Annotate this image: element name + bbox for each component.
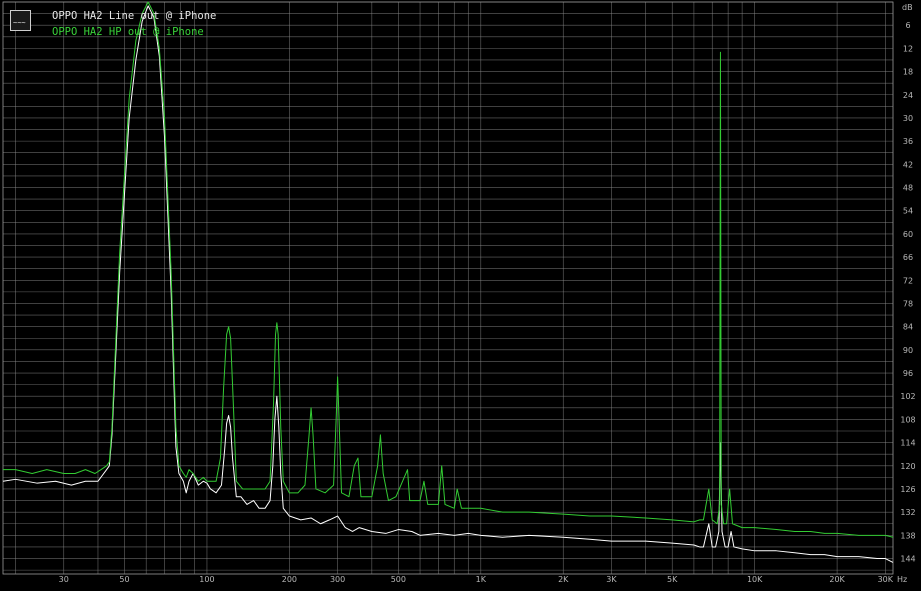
x-tick-label: 200 (282, 575, 297, 584)
x-tick-label: 300 (330, 575, 345, 584)
x-tick-label: 10K (747, 575, 763, 584)
x-tick-label: 50 (119, 575, 129, 584)
legend-label-hp-out: OPPO HA2 HP out @ iPhone (52, 26, 204, 38)
y-tick-label: 42 (903, 160, 913, 169)
waveform-icon: ~~~ (13, 19, 26, 27)
y-tick-label: 132 (900, 508, 915, 517)
y-tick-label: 60 (903, 230, 913, 239)
y-tick-label: 24 (903, 91, 913, 100)
y-tick-label: 96 (903, 369, 913, 378)
y-tick-label: 90 (903, 346, 913, 355)
y-unit-label: dB (902, 3, 913, 12)
y-tick-label: 18 (903, 68, 913, 77)
y-tick-label: 30 (903, 114, 913, 123)
legend: ~~~ OPPO HA2 Line out @ iPhone OPPO HA2 … (10, 8, 216, 40)
x-tick-label: 100 (199, 575, 214, 584)
y-tick-label: 120 (900, 462, 915, 471)
y-tick-label: 66 (903, 253, 913, 262)
spectrum-chart: 6 12 18 24 30 36 42 48 54 60 66 72 78 84 90 96 102 108 114… (0, 0, 921, 591)
x-tick-label: 3K (606, 575, 617, 584)
legend-item-hp-out: OPPO HA2 HP out @ iPhone (52, 24, 216, 40)
x-tick-label: 1K (476, 575, 487, 584)
legend-item-line-out: OPPO HA2 Line out @ iPhone (52, 8, 216, 24)
y-tick-label: 72 (903, 276, 913, 285)
x-tick-label: 20K (829, 575, 845, 584)
y-tick-label: 6 (905, 21, 910, 30)
y-tick-label: 78 (903, 299, 913, 308)
y-tick-label: 84 (903, 323, 913, 332)
y-tick-label: 36 (903, 137, 913, 146)
x-tick-label: 30 (59, 575, 69, 584)
y-tick-label: 126 (900, 485, 915, 494)
y-tick-label: 54 (903, 207, 913, 216)
x-tick-label: 5K (667, 575, 678, 584)
legend-label-line-out: OPPO HA2 Line out @ iPhone (52, 10, 217, 22)
x-unit-label: Hz (897, 575, 907, 584)
x-tick-label: 30K (878, 575, 894, 584)
x-tick-label: 2K (558, 575, 569, 584)
legend-toggle-button[interactable]: ~~~ (10, 10, 31, 31)
y-tick-label: 144 (900, 555, 915, 564)
y-tick-label: 108 (900, 415, 915, 424)
y-tick-label: 48 (903, 184, 913, 193)
x-tick-label: 500 (391, 575, 406, 584)
y-tick-label: 138 (900, 531, 915, 540)
y-tick-label: 12 (903, 44, 913, 53)
y-tick-label: 102 (900, 392, 915, 401)
y-tick-label: 114 (900, 439, 915, 448)
